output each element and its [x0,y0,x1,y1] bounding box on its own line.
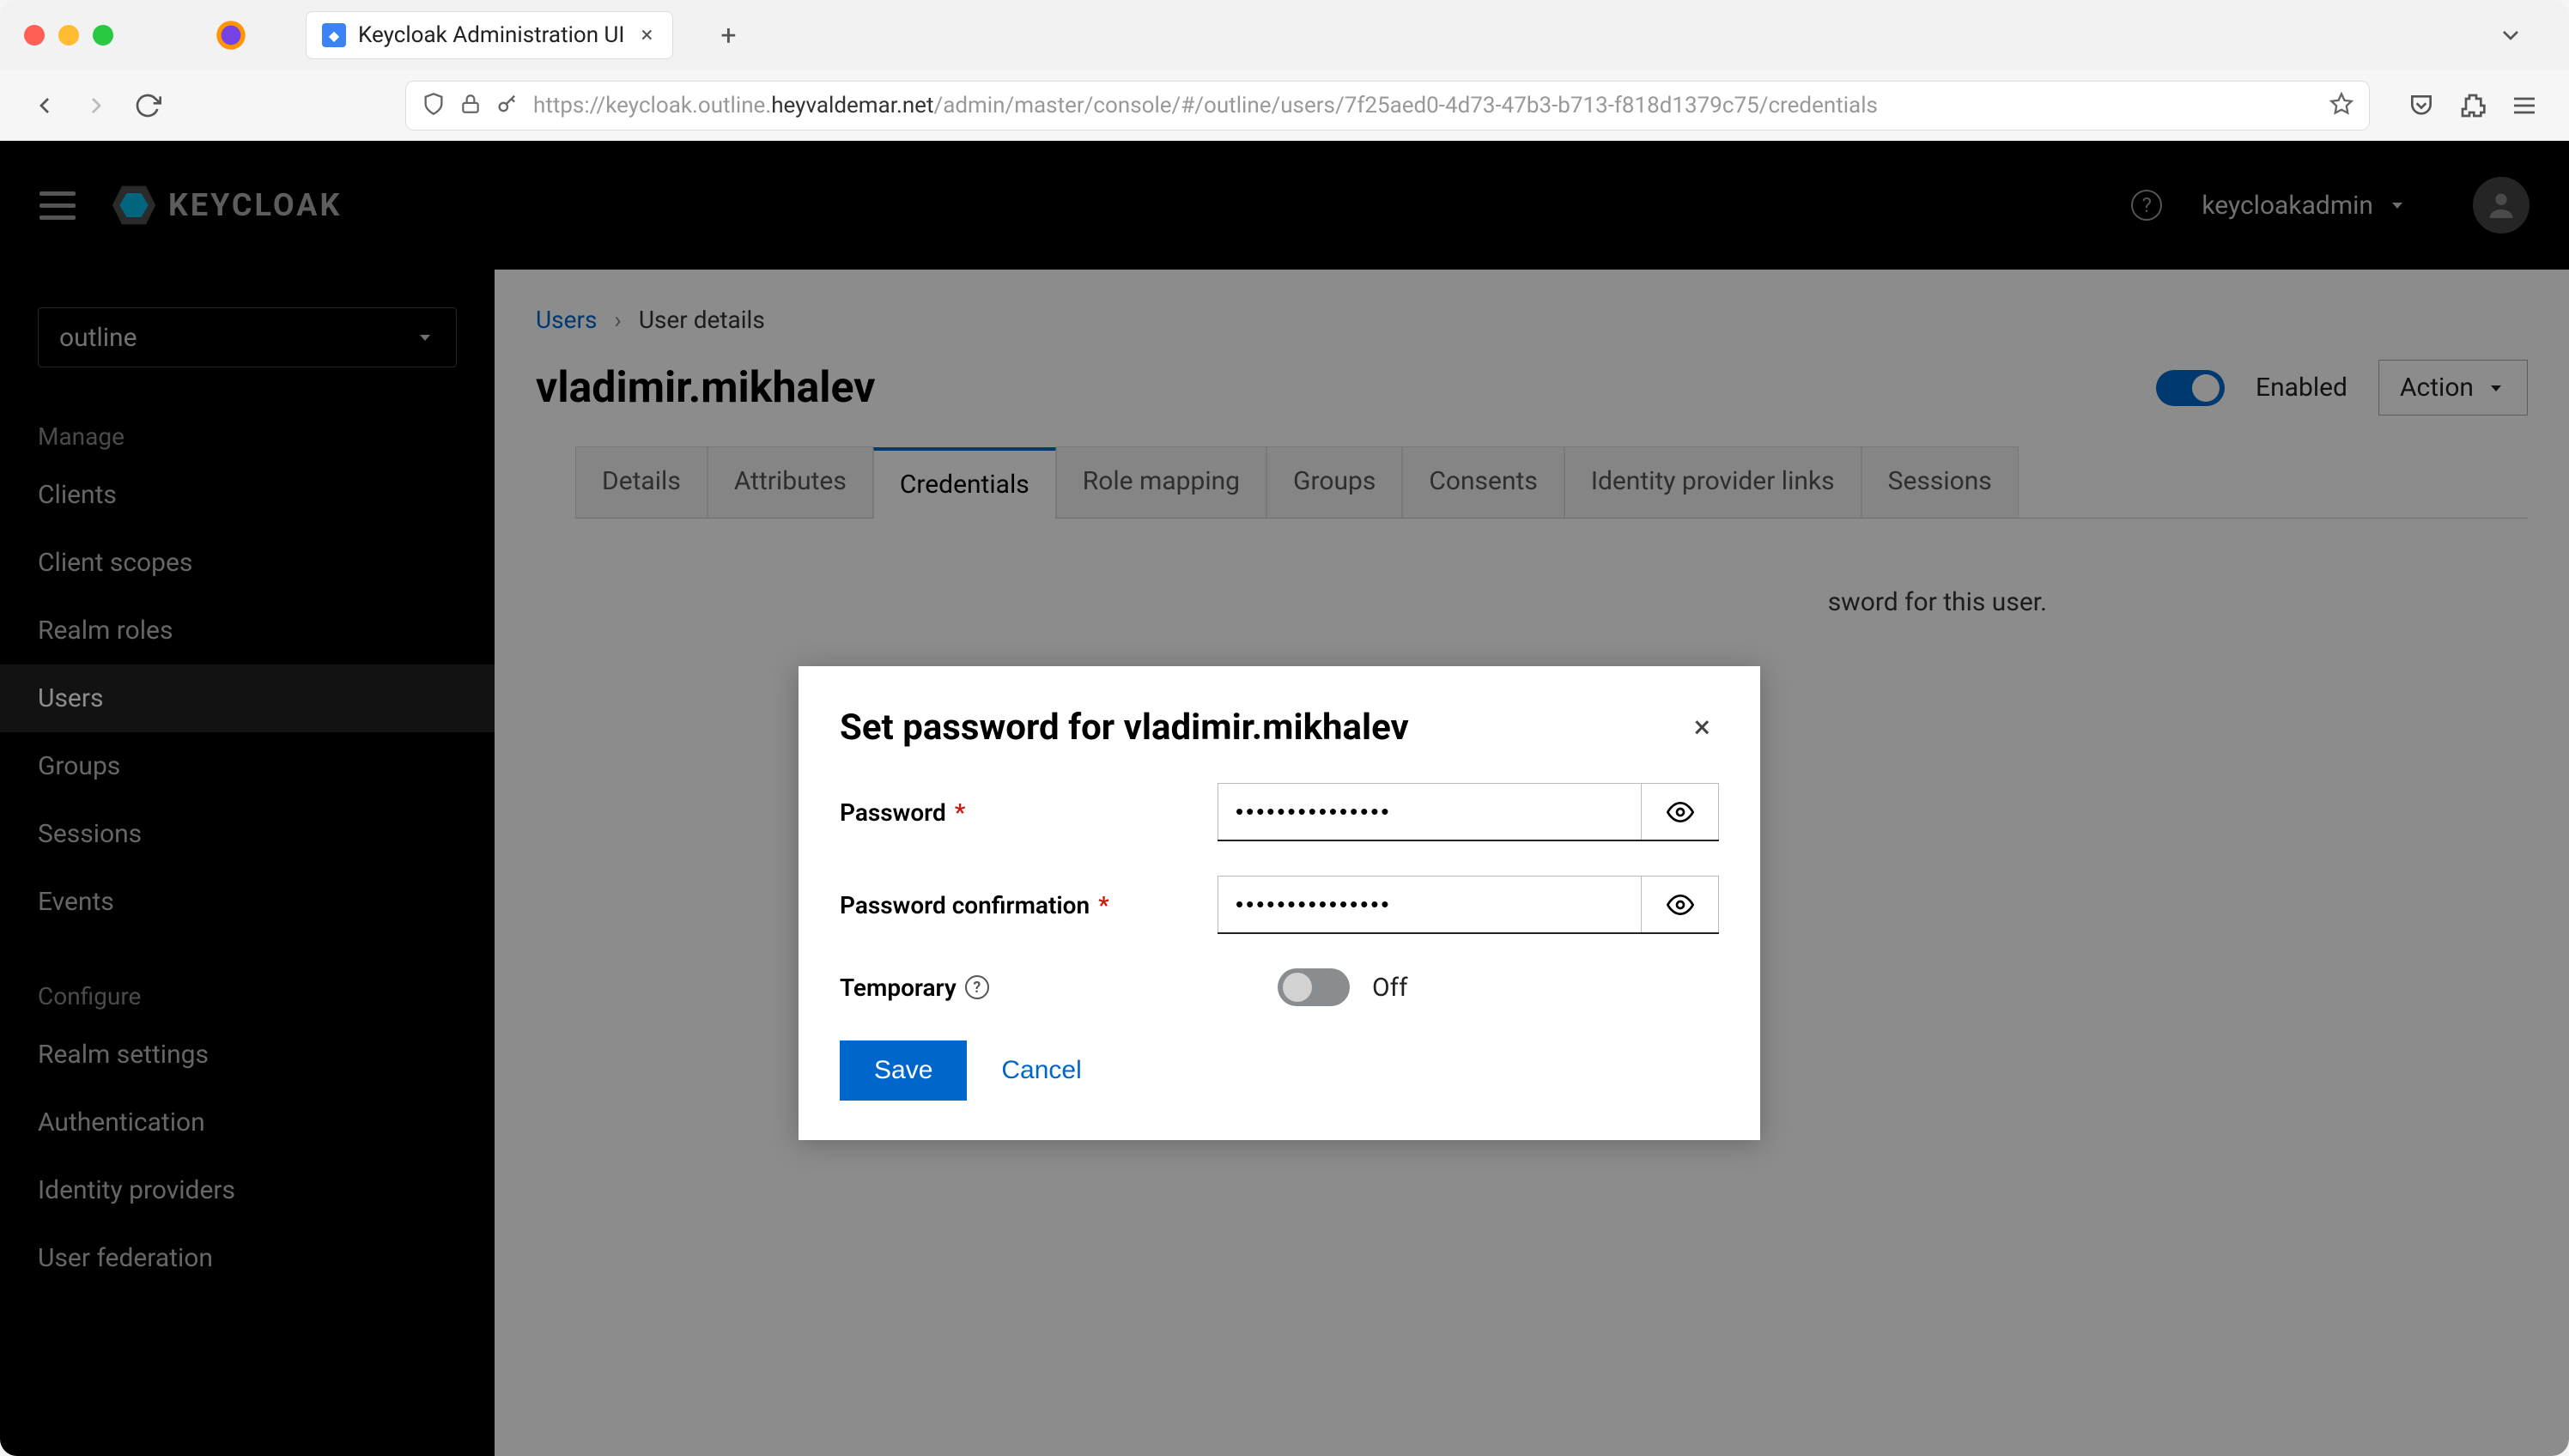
help-tooltip-icon[interactable]: ? [965,975,989,999]
nav-forward-button[interactable] [79,88,113,123]
tab-title: Keycloak Administration UI [358,22,624,48]
url-bar[interactable]: https://keycloak.outline.heyvaldemar.net… [405,81,2370,130]
url-post: /admin/master/console/#/outline/users/7f… [933,93,1877,118]
window-close-button[interactable] [24,25,45,46]
browser-window: ◆ Keycloak Administration UI × + [0,0,2569,1456]
firefox-icon [215,19,247,52]
required-asterisk: * [1098,891,1109,919]
tabs-dropdown-icon[interactable] [2493,18,2528,52]
traffic-lights [24,25,113,46]
url-pre: https://keycloak.outline. [533,93,771,118]
url-text: https://keycloak.outline.heyvaldemar.net… [533,93,1878,118]
lock-icon [459,93,482,118]
browser-tab[interactable]: ◆ Keycloak Administration UI × [306,11,673,59]
tab-favicon: ◆ [322,23,346,47]
password-confirm-input[interactable] [1218,876,1642,932]
required-asterisk: * [955,798,966,827]
cancel-button[interactable]: Cancel [1001,1040,1081,1101]
titlebar: ◆ Keycloak Administration UI × + [0,0,2569,70]
modal-overlay-sidebar [0,270,495,1456]
bookmark-star-icon[interactable] [2329,92,2353,119]
browser-toolbar: https://keycloak.outline.heyvaldemar.net… [0,70,2569,141]
modal-close-button[interactable]: × [1685,706,1719,749]
new-tab-button[interactable]: + [713,20,744,51]
nav-back-button[interactable] [27,88,62,123]
nav-reload-button[interactable] [131,88,165,123]
password-reveal-button[interactable] [1642,783,1719,840]
modal-overlay-header [0,141,2569,270]
password-confirm-reveal-button[interactable] [1642,876,1719,932]
temporary-toggle[interactable] [1278,968,1350,1006]
app-menu-icon[interactable] [2507,88,2542,123]
shield-icon [422,92,446,119]
url-host: heyvaldemar.net [771,93,933,118]
password-input[interactable] [1218,783,1642,840]
window-minimize-button[interactable] [58,25,79,46]
temporary-value: Off [1372,973,1408,1003]
temporary-label: Temporary ? [840,974,1218,1002]
eye-icon [1667,798,1694,826]
window-zoom-button[interactable] [93,25,113,46]
save-button[interactable]: Save [840,1040,967,1101]
extensions-icon[interactable] [2456,88,2490,123]
eye-icon [1667,891,1694,919]
key-icon [495,92,519,119]
password-label: Password * [840,798,1218,827]
app-content: KEYCLOAK ? keycloakadmin outline Manag [0,141,2569,1456]
set-password-modal: Set password for vladimir.mikhalev × Pas… [799,666,1760,1140]
password-confirm-label: Password confirmation * [840,891,1218,919]
tab-close-icon[interactable]: × [636,25,657,46]
pocket-icon[interactable] [2404,88,2438,123]
modal-title: Set password for vladimir.mikhalev [840,707,1409,749]
